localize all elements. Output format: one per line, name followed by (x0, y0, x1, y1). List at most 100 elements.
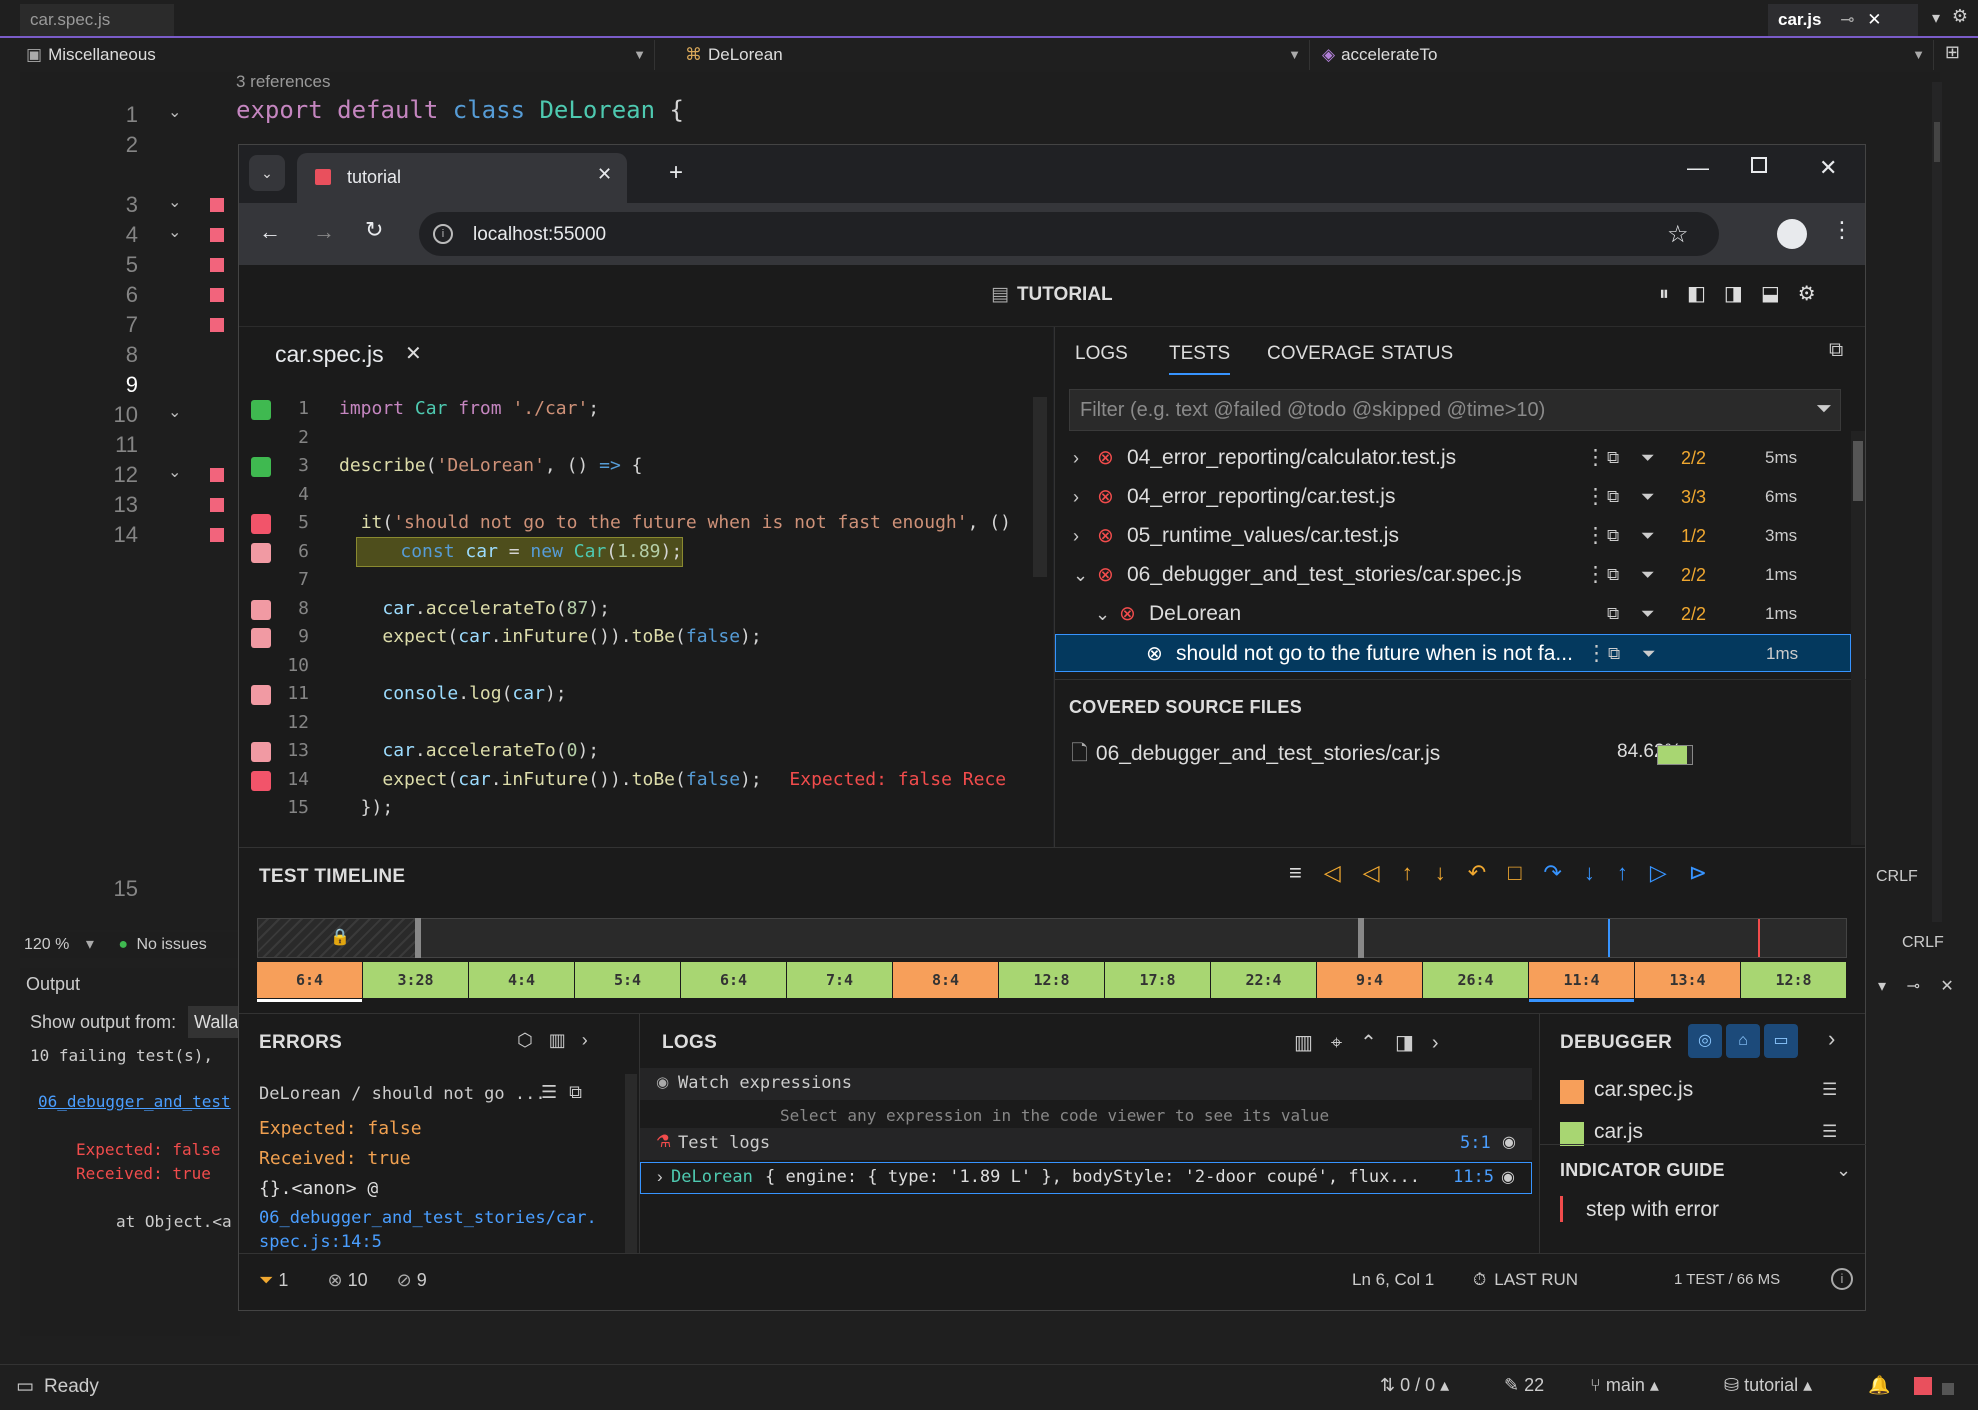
output-link[interactable]: 06_debugger_and_test (38, 1092, 231, 1111)
url-text[interactable]: localhost:55000 (473, 224, 606, 246)
tab-coverage[interactable]: COVERAGE (1267, 343, 1375, 373)
vertical-scrollbar[interactable] (1932, 82, 1942, 922)
more-icon[interactable]: ⋮ (1586, 635, 1607, 673)
filter-icon[interactable]: ⏷ (1641, 517, 1655, 555)
copy-icon[interactable]: ⧉ (1607, 517, 1619, 555)
code-lines[interactable]: 1 import Car from './car'; 2 3 describe('DeL… (239, 395, 1039, 823)
tab-status[interactable]: STATUS (1381, 343, 1453, 373)
settings-icon[interactable]: ⚙ (1952, 6, 1968, 27)
location-icon[interactable]: ⌖ (1331, 1032, 1360, 1054)
test-logs-header[interactable]: ⚗ Test logs 5:1 ◉ (640, 1128, 1532, 1160)
tab-logs[interactable]: LOGS (1075, 343, 1128, 373)
log-entry-position[interactable]: 11:5 (1453, 1167, 1494, 1187)
scrollbar-thumb[interactable] (1934, 122, 1940, 162)
panel-icon[interactable]: ◨ (1395, 1032, 1432, 1054)
list-icon[interactable]: ☰ (1822, 1080, 1837, 1100)
step-out-back-icon[interactable]: ↑ (1402, 860, 1435, 885)
reload-icon[interactable]: ↻ (365, 217, 383, 243)
sync-status[interactable]: ⇅ 0 / 0 ▴ (1380, 1375, 1449, 1396)
tests-scrollbar[interactable] (1851, 431, 1865, 845)
timeline-track[interactable]: 🔒 (257, 918, 1847, 958)
continue-icon[interactable]: ⊳ (1689, 860, 1729, 885)
failed-count[interactable]: 10 (348, 1270, 368, 1290)
code-line[interactable]: 12 (239, 709, 1039, 738)
bookmark-star-icon[interactable]: ☆ (1667, 220, 1689, 249)
timeline-step[interactable]: 26:4 (1423, 962, 1528, 998)
code-scrollbar[interactable] (1033, 397, 1047, 577)
error-stack-link[interactable]: 06_debugger_and_test_stories/car. (259, 1208, 597, 1228)
chevron-down-icon[interactable]: ⌄ (1836, 1160, 1851, 1181)
code-line[interactable]: 1 import Car from './car'; (239, 395, 1039, 424)
chevron-down-icon[interactable]: ⌄ (168, 102, 181, 122)
panel-left-icon[interactable]: ◧ (1687, 283, 1724, 305)
line-ending-label[interactable]: CRLF (1876, 868, 1918, 886)
chevron-down-icon[interactable]: ⌄ (1073, 556, 1088, 594)
chevron-down-icon[interactable]: ▾ (86, 936, 94, 953)
code-line[interactable]: 7 (239, 566, 1039, 595)
copy-icon[interactable]: ⧉ (1607, 556, 1619, 594)
undo-icon[interactable]: ↶ (1468, 860, 1508, 885)
filter-icon[interactable]: ⏷ (259, 1270, 273, 1290)
chevron-down-icon[interactable]: ▾ (1932, 8, 1940, 28)
code-line[interactable]: 3 describe('DeLorean', () => { (239, 452, 1039, 481)
filter-count[interactable]: 1 (278, 1270, 288, 1290)
step-into-back-icon[interactable]: ↓ (1435, 860, 1468, 885)
code-line[interactable]: 10 (239, 652, 1039, 681)
eye-icon[interactable]: ◉ (1502, 1132, 1516, 1152)
lock-icon[interactable]: ⌂ (1726, 1024, 1760, 1058)
filter-icon[interactable]: ⏷ (1816, 398, 1832, 421)
site-info-icon[interactable]: i (433, 224, 453, 244)
step-forward-icon[interactable]: ▷ (1650, 860, 1689, 885)
timeline-step[interactable]: 17:8 (1105, 962, 1210, 998)
profile-avatar[interactable] (1777, 219, 1807, 249)
eye-icon[interactable]: ◉ (1501, 1167, 1515, 1187)
step-back-icon[interactable]: ◁ (1363, 860, 1402, 885)
panel-right-icon[interactable]: ◨ (1724, 283, 1761, 305)
tab-search-icon[interactable]: ⌄ (249, 155, 285, 191)
code-line[interactable]: 13 car.accelerateTo(0); (239, 737, 1039, 766)
timeline-step[interactable]: 3:28 (363, 962, 468, 998)
test-row[interactable]: › ⊗ 05_runtime_values/car.test.js ⋮ ⧉ ⏷ 1/2 3ms (1055, 517, 1851, 555)
notifications-icon[interactable]: 🔔 (1868, 1375, 1890, 1396)
copy-icon[interactable]: ⧉ (1607, 478, 1619, 516)
timeline-step[interactable]: 4:4 (469, 962, 574, 998)
timeline-step[interactable]: 12:8 (999, 962, 1104, 998)
maximize-icon[interactable] (1751, 157, 1767, 173)
test-row[interactable]: ⊗ should go to the future when is fast en… (1055, 673, 1851, 677)
list-icon[interactable]: ☰ (541, 1082, 569, 1102)
chevron-right-icon[interactable]: › (657, 1167, 663, 1187)
filter-icon[interactable]: ⏷ (1641, 673, 1655, 677)
browser-tab[interactable]: tutorial ✕ (297, 153, 627, 203)
copy-icon[interactable]: ⧉ (569, 1082, 594, 1102)
issues-label[interactable]: No issues (136, 936, 206, 953)
pause-icon[interactable]: ⏸ (1659, 283, 1687, 305)
chevron-right-icon[interactable]: › (1432, 1032, 1457, 1054)
test-row[interactable]: › ⊗ 04_error_reporting/car.test.js ⋮ ⧉ ⏷ 3/3 6m… (1055, 478, 1851, 516)
code-line[interactable]: 14 expect(car.inFuture()).toBe(false); E… (239, 766, 1039, 795)
chevron-down-icon[interactable]: ⌄ (168, 222, 181, 242)
step-out-icon[interactable]: ↑ (1617, 860, 1650, 885)
scrollbar-thumb[interactable] (1853, 441, 1863, 501)
minimize-icon[interactable]: — (1687, 155, 1709, 181)
close-icon[interactable]: ✕ (1940, 978, 1953, 995)
line-ending-label[interactable]: CRLF (1902, 934, 1944, 952)
chevron-down-icon[interactable]: ⌄ (168, 402, 181, 422)
timeline-step[interactable]: 13:4 (1635, 962, 1740, 998)
pin-icon[interactable]: ⊸ (1840, 10, 1854, 29)
settings-icon[interactable]: ⚙ (1798, 283, 1834, 305)
debugger-file[interactable]: car.spec.js ☰ (1560, 1074, 1856, 1106)
copy-icon[interactable]: ⧉ (1607, 673, 1619, 677)
code-line[interactable]: 4 (239, 481, 1039, 510)
changes-status[interactable]: ✎ 22 (1504, 1375, 1544, 1396)
address-bar[interactable]: i localhost:55000 ☆ (419, 212, 1719, 256)
new-tab-icon[interactable]: + (669, 159, 683, 187)
copy-icon[interactable]: ⧉ (1608, 635, 1620, 673)
list-icon[interactable]: ≡ (1289, 860, 1324, 885)
chevron-right-icon[interactable]: › (1828, 1026, 1835, 1052)
map-icon[interactable]: ▥ (549, 1030, 582, 1050)
test-row[interactable]: ⊗ should not go to the future when is not… (1055, 634, 1851, 672)
filter-icon[interactable]: ⏷ (1641, 439, 1655, 477)
chevron-right-icon[interactable]: › (1073, 517, 1079, 555)
info-icon[interactable]: i (1831, 1268, 1853, 1290)
member-dropdown[interactable]: ◈ accelerateTo ▼ (1302, 40, 1934, 70)
